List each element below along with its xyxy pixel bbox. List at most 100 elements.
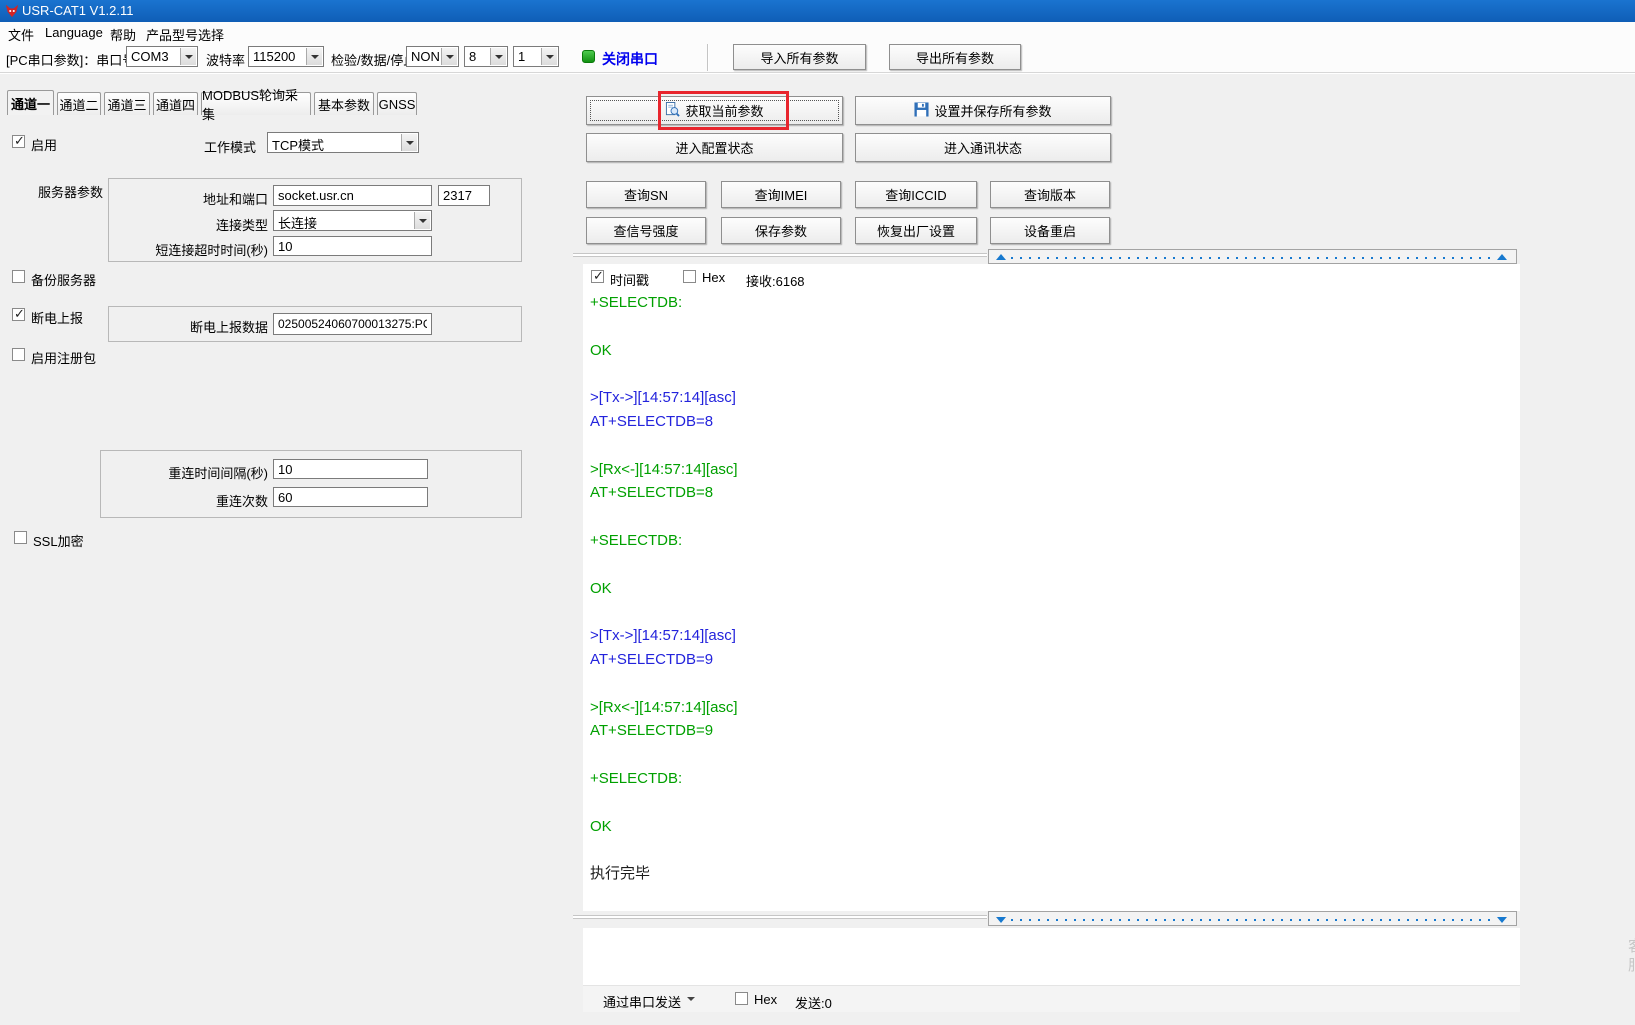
tx-hex-checkbox[interactable] [735,992,748,1005]
baud-label: 波特率 [206,50,245,69]
search-doc-icon [665,102,680,120]
power-report-checkbox[interactable] [12,308,25,321]
work-mode-select[interactable]: TCP模式 [267,132,419,153]
rx-hex-checkbox[interactable] [683,270,696,283]
parity-select[interactable]: NONI [406,46,459,67]
chevron-down-icon[interactable] [490,48,506,65]
log-line [590,553,1516,577]
query-sn-button[interactable]: 查询SN [586,181,706,208]
log-line [590,362,1516,386]
get-current-params-button[interactable]: 获取当前参数 [586,96,843,125]
baud-select[interactable]: 115200 [248,46,324,67]
chevron-down-icon[interactable] [414,212,430,229]
send-area-slider[interactable] [988,911,1517,926]
log-line: +SELECTDB: [590,529,1516,553]
receive-log[interactable]: +SELECTDB: OK >[Tx->][14:57:14][asc]AT+S… [590,291,1516,909]
ssl-label: SSL加密 [33,531,84,550]
reconnect-interval-input[interactable] [273,459,428,479]
enter-comm-state-button[interactable]: 进入通讯状态 [855,133,1111,162]
send-toolbar: 通过串口发送 Hex 发送:0 [583,985,1520,1012]
serial-open-status-icon [582,50,595,63]
slider-ticks [1011,257,1490,259]
set-save-all-params-button[interactable]: 设置并保存所有参数 [855,96,1111,125]
chevron-down-icon[interactable] [401,134,417,151]
tx-hex-label: Hex [754,992,777,1007]
log-line: AT+SELECTDB=9 [590,648,1516,672]
receive-area-slider[interactable] [988,249,1517,264]
query-version-button[interactable]: 查询版本 [990,181,1110,208]
reconnect-count-input[interactable] [273,487,428,507]
device-reboot-button[interactable]: 设备重启 [990,217,1110,244]
send-via-serial-dropdown[interactable]: 通过串口发送 [603,992,681,1011]
triangle-down-icon [1497,917,1507,923]
app-logo-icon [5,4,19,18]
query-signal-button[interactable]: 查信号强度 [586,217,706,244]
backup-server-checkbox[interactable] [12,270,25,283]
parity-label: 检验/数据/停止 [331,50,416,69]
tab-channel-3[interactable]: 通道三 [104,92,150,115]
power-report-data-input[interactable] [273,313,432,335]
export-all-params-button[interactable]: 导出所有参数 [889,44,1021,70]
triangle-up-icon [1497,254,1507,260]
conn-type-select[interactable]: 长连接 [273,210,432,231]
tab-channel-1[interactable]: 通道一 [7,90,54,115]
title-bar[interactable]: USR-CAT1 V1.2.11 [0,0,1635,22]
chevron-down-icon[interactable] [541,48,557,65]
enable-label: 启用 [31,135,57,154]
tab-channel-4[interactable]: 通道四 [153,92,198,115]
splitter-handle[interactable] [573,253,987,257]
tab-channel-2[interactable]: 通道二 [57,92,101,115]
server-params-label: 服务器参数 [38,182,103,201]
register-pack-label: 启用注册包 [31,348,96,367]
short-timeout-input[interactable] [273,236,432,256]
factory-reset-button[interactable]: 恢复出厂设置 [855,217,977,244]
tx-counter: 发送:0 [795,993,832,1012]
work-mode-label: 工作模式 [204,137,256,156]
splitter-handle[interactable] [573,915,987,919]
query-imei-button[interactable]: 查询IMEI [721,181,841,208]
reconnect-interval-label: 重连时间间隔(秒) [128,463,268,482]
timestamp-checkbox[interactable] [591,270,604,283]
register-pack-checkbox[interactable] [12,348,25,361]
send-panel: 通过串口发送 Hex 发送:0 [583,928,1520,1012]
import-all-params-button[interactable]: 导入所有参数 [733,44,866,70]
enable-checkbox[interactable] [12,135,25,148]
chevron-down-icon[interactable] [180,48,196,65]
chevron-down-icon [687,997,695,1005]
tab-basic-params[interactable]: 基本参数 [314,92,374,115]
enter-config-state-button[interactable]: 进入配置状态 [586,133,843,162]
log-line: >[Tx->][14:57:14][asc] [590,386,1516,410]
tab-gnss[interactable]: GNSS [377,92,417,115]
log-line: >[Rx<-][14:57:14][asc] [590,458,1516,482]
send-input[interactable] [583,928,1520,985]
menu-language[interactable]: Language [45,25,103,40]
serial-toolbar: [PC串口参数]：串口号 COM3 波特率 115200 检验/数据/停止 NO… [0,42,1635,73]
server-port-input[interactable] [438,185,490,206]
chevron-down-icon[interactable] [441,48,457,65]
slider-ticks [1011,919,1490,921]
log-line [590,838,1516,862]
backup-server-label: 备份服务器 [31,270,96,289]
log-line: OK [590,339,1516,363]
log-line [590,434,1516,458]
save-params-button[interactable]: 保存参数 [721,217,841,244]
short-timeout-label: 短连接超时时间(秒) [128,240,268,259]
query-iccid-button[interactable]: 查询ICCID [855,181,977,208]
ssl-checkbox[interactable] [14,531,27,544]
chevron-down-icon[interactable] [306,48,322,65]
com-port-select[interactable]: COM3 [126,46,198,67]
conn-type-label: 连接类型 [130,215,268,234]
tab-modbus-poll[interactable]: MODBUS轮询采集 [201,92,311,115]
app-window: USR-CAT1 V1.2.11 文件 Language 帮助 产品型号选择 [… [0,0,1635,1025]
timestamp-label: 时间戳 [610,270,649,289]
log-line: AT+SELECTDB=8 [590,481,1516,505]
pc-serial-label: [PC串口参数]：串口号 [6,50,135,69]
rx-hex-label: Hex [702,270,725,285]
rx-counter: 接收:6168 [746,271,805,290]
server-address-input[interactable] [273,185,432,206]
close-serial-button[interactable]: 关闭串口 [602,49,658,69]
log-line [590,505,1516,529]
stopbits-select[interactable]: 1 [513,46,559,67]
databits-select[interactable]: 8 [464,46,508,67]
log-line: >[Tx->][14:57:14][asc] [590,624,1516,648]
